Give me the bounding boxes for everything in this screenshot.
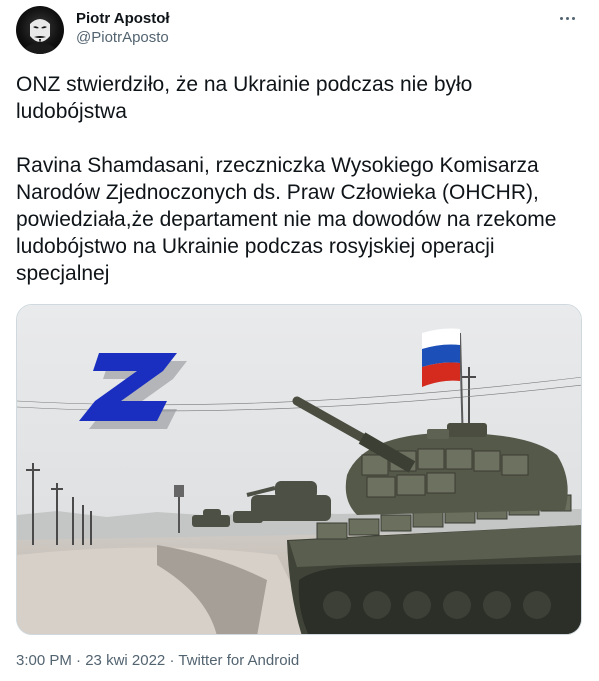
avatar[interactable] bbox=[16, 6, 64, 54]
meta-separator: · bbox=[169, 652, 175, 669]
more-horizontal-icon bbox=[559, 16, 563, 20]
tweet-paragraph: Ravina Shamdasani, rzeczniczka Wysokiego… bbox=[16, 154, 557, 285]
user-handle[interactable]: @PiotrAposto bbox=[76, 28, 169, 48]
tweet-photo[interactable] bbox=[16, 304, 582, 635]
tweet-source[interactable]: Twitter for Android bbox=[178, 652, 299, 669]
tweet: Piotr Apostoł @PiotrAposto ONZ stwierdzi… bbox=[0, 0, 599, 681]
more-options-button[interactable] bbox=[553, 6, 581, 30]
tweet-metadata: 3:00 PM · 23 kwi 2022 · Twitter for Andr… bbox=[16, 651, 299, 671]
tweet-date[interactable]: 23 kwi 2022 bbox=[85, 652, 165, 669]
display-name[interactable]: Piotr Apostoł bbox=[76, 9, 170, 29]
tweet-time[interactable]: 3:00 PM bbox=[16, 652, 72, 669]
meta-separator: · bbox=[76, 652, 82, 669]
tweet-text: ONZ stwierdziło, że na Ukrainie podczas … bbox=[16, 71, 586, 287]
tank-column-photo bbox=[17, 305, 581, 634]
masked-face-icon bbox=[22, 19, 58, 54]
tweet-paragraph: ONZ stwierdziło, że na Ukrainie podczas … bbox=[16, 73, 473, 123]
